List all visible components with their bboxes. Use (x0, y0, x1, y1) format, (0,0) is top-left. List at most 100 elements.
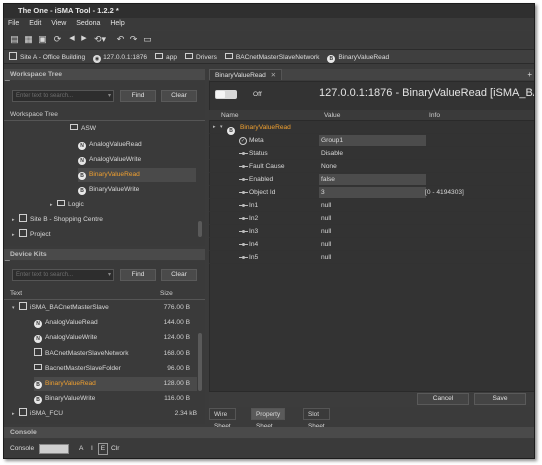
device-kits-header: Device Kits ❐ ✕ (4, 249, 205, 268)
property-row-in3[interactable]: In3 null (209, 225, 534, 238)
layout-icon[interactable]: ▤ (9, 33, 20, 45)
col-name[interactable]: Name (221, 111, 239, 121)
component-n-icon: N (78, 157, 86, 165)
kit-item-selected[interactable]: B BinaryValueRead 128.00 B (34, 377, 197, 391)
tree-item-project[interactable]: ▸ Project (12, 228, 196, 242)
redo-icon[interactable]: ↷ (128, 33, 139, 45)
menu-view[interactable]: View (47, 18, 70, 30)
kit-item-bacnet[interactable]: ▾ iSMA_BACnetMasterSlave 776.00 B (12, 301, 197, 315)
tree-item-analogvalueread[interactable]: N AnalogValueRead (78, 138, 196, 152)
clear-button[interactable]: Clear (161, 90, 197, 102)
add-tab-icon[interactable]: + (527, 69, 532, 80)
kit-item[interactable]: N AnalogValueRead 144.00 B (34, 316, 197, 330)
console-clear-button[interactable]: Clr (111, 443, 119, 455)
component-b-icon: B (78, 187, 86, 195)
tree-item-logic[interactable]: ▸ Logic (50, 198, 196, 212)
property-row-in2[interactable]: In2 null (209, 212, 534, 225)
col-size-header[interactable]: Size (154, 289, 173, 299)
property-row-meta[interactable]: ✓ Meta Group1 (209, 134, 534, 147)
editor-tab-bar: BinaryValueRead ✕ + (209, 69, 534, 80)
property-row-in5[interactable]: In5 null (209, 251, 534, 264)
tree-item-site-b[interactable]: ▸ Site B - Shopping Centre (12, 213, 196, 227)
slot-icon (239, 243, 248, 246)
menu-file[interactable]: File (4, 18, 23, 30)
workspace-tree-panel: Enter text to search... ▾ Find Clear Work… (4, 81, 205, 246)
component-n-icon: N (78, 142, 86, 150)
breadcrumb-item[interactable]: Drivers (185, 50, 217, 63)
kit-item[interactable]: N AnalogValueWrite 124.00 B (34, 331, 197, 345)
undo-icon[interactable]: ↶ (115, 33, 126, 45)
history-icon[interactable]: ⟲▾ (92, 33, 108, 45)
workspace-search-input[interactable]: Enter text to search... ▾ (12, 90, 114, 102)
network-icon (34, 348, 42, 356)
kit-item[interactable]: BACnetMasterSlaveNetwork 168.00 B (34, 347, 197, 361)
breadcrumb-item[interactable]: Site A - Office Building (9, 50, 85, 63)
device-kits-panel: Enter text to search... ▾ Find Clear Text… (4, 261, 205, 424)
kits-search-input[interactable]: Enter text to search... ▾ (12, 269, 114, 281)
kit-item[interactable]: B BinaryValueWrite 116.00 B (34, 392, 197, 406)
forward-icon[interactable]: ▶ (80, 33, 88, 45)
new-icon[interactable]: ▦ (23, 33, 34, 45)
tree-item-analogvaluewrite[interactable]: N AnalogValueWrite (78, 153, 196, 167)
col-text-header[interactable]: Text (4, 289, 22, 299)
window-title: The One - iSMA Tool - 1.2.2 * (18, 6, 119, 15)
expand-icon: ▸ (12, 217, 15, 223)
refresh-icon[interactable]: ⟳ (52, 33, 63, 45)
tree-item-asw[interactable]: ASW (70, 122, 196, 136)
tree-item-binaryvalueread[interactable]: B BinaryValueRead (78, 168, 196, 182)
tab-property-sheet[interactable]: Property Sheet (251, 408, 286, 430)
breadcrumb-item[interactable]: BACnetMasterSlaveNetwork (224, 50, 319, 63)
console-bar: Console A I E Clr (4, 439, 534, 458)
find-button[interactable]: Find (120, 269, 156, 281)
menu-edit[interactable]: Edit (25, 18, 45, 30)
console-input[interactable] (39, 444, 69, 454)
property-row-status[interactable]: Status Disable (209, 147, 534, 160)
console-i-button[interactable]: I (91, 443, 93, 455)
back-icon[interactable]: ◀ (68, 33, 76, 45)
cancel-button[interactable]: Cancel (417, 393, 469, 405)
menu-sedona[interactable]: Sedona (72, 18, 104, 30)
kits-scrollbar[interactable] (198, 333, 202, 391)
breadcrumb-item[interactable]: ◉ 127.0.0.1:1876 (93, 50, 147, 63)
tab-slot-sheet[interactable]: Slot Sheet (303, 408, 330, 430)
property-row-in1[interactable]: In1 null (209, 199, 534, 212)
kit-icon (19, 408, 27, 416)
tab-binaryvalueread[interactable]: BinaryValueRead ✕ (209, 69, 283, 80)
col-value[interactable]: Value (324, 111, 340, 121)
folder-icon (34, 364, 42, 370)
menu-bar: File Edit View Sedona Help (4, 18, 534, 30)
check-icon: ✓ (239, 137, 247, 145)
tree-scrollbar[interactable] (198, 221, 202, 237)
console-a-button[interactable]: A (79, 443, 83, 455)
tree-item-binaryvaluewrite[interactable]: B BinaryValueWrite (78, 183, 196, 197)
enable-toggle[interactable] (215, 90, 237, 99)
clear-button[interactable]: Clear (161, 269, 197, 281)
tab-wire-sheet[interactable]: Wire Sheet (209, 408, 236, 430)
toolbar: ▤ ▦ ▣ ⟳ ◀ ▶ ⟲▾ ↶ ↷ ▭ (4, 31, 534, 47)
cut-icon[interactable]: ▭ (142, 33, 153, 45)
property-row-enabled[interactable]: Enabled false (209, 173, 534, 186)
app-window: The One - iSMA Tool - 1.2.2 * File Edit … (3, 3, 535, 459)
col-info[interactable]: Info (429, 111, 440, 121)
slot-icon (239, 256, 248, 259)
breadcrumb-item[interactable]: B BinaryValueRead (327, 50, 389, 63)
property-root-row[interactable]: ▸ ▾ B BinaryValueRead (209, 121, 534, 135)
kit-item-fcu[interactable]: ▸ iSMA_FCU 2.34 kB (12, 407, 197, 421)
folder-icon (57, 200, 65, 206)
console-e-button[interactable]: E (98, 443, 108, 455)
property-sheet-title: 127.0.0.1:1876 - BinaryValueRead [iSMA_B… (319, 87, 535, 99)
property-row-object-id[interactable]: Object Id 3 [0 - 4194303] (209, 186, 534, 199)
find-button[interactable]: Find (120, 90, 156, 102)
save-icon[interactable]: ▣ (37, 33, 48, 45)
title-bar: The One - iSMA Tool - 1.2.2 * (4, 4, 534, 18)
property-row-fault-cause[interactable]: Fault Cause None (209, 160, 534, 173)
console-label: Console (10, 445, 35, 452)
breadcrumb-item[interactable]: app (155, 50, 177, 63)
expand-icon: ▸ (12, 411, 15, 417)
workspace-tree-header: Workspace Tree ❐ ✕ (4, 69, 205, 88)
save-button[interactable]: Save (474, 393, 526, 405)
property-row-in4[interactable]: In4 null (209, 238, 534, 251)
panel-title: Workspace Tree (4, 69, 205, 80)
kit-item[interactable]: BacnetMasterSlaveFolder 96.00 B (34, 362, 197, 376)
menu-help[interactable]: Help (106, 18, 128, 30)
